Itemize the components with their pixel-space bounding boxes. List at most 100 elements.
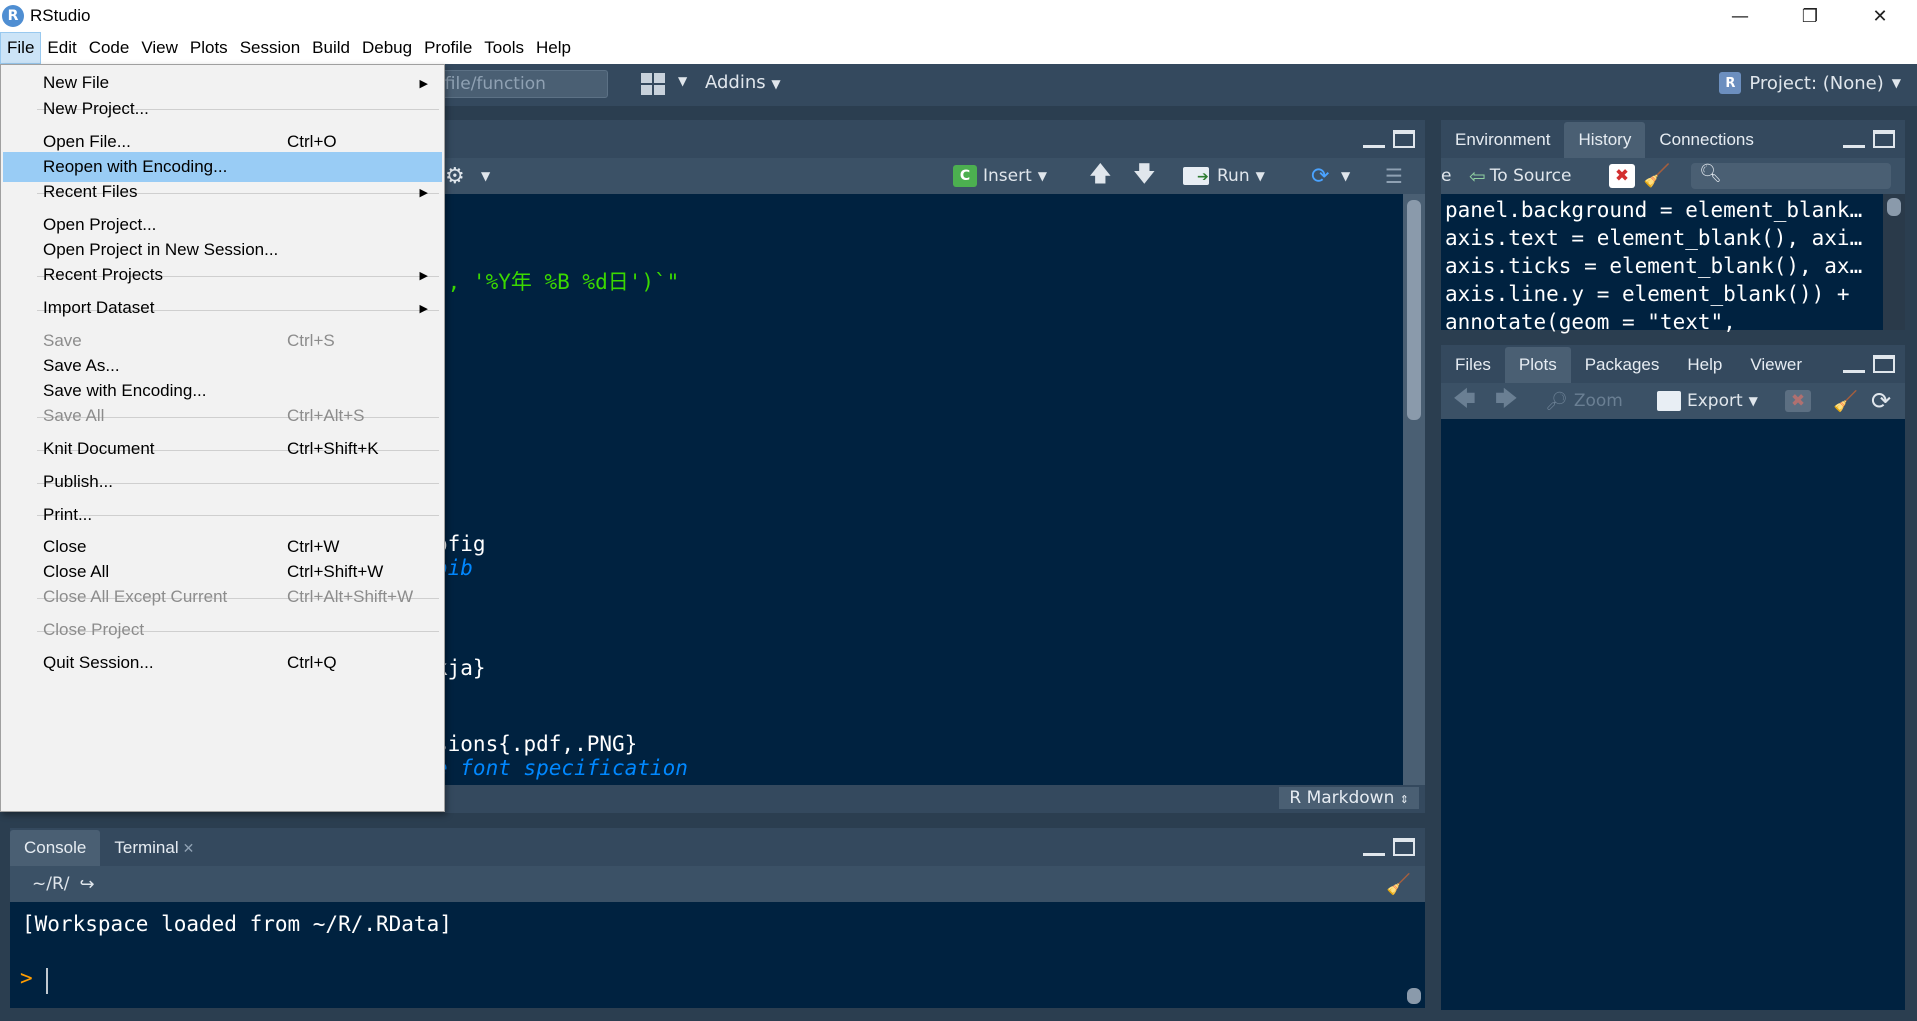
source-tabs xyxy=(445,120,1425,158)
refresh-icon[interactable]: ⟳ xyxy=(1871,387,1891,415)
source-pane-controls xyxy=(1363,130,1415,148)
minimize-pane-icon[interactable] xyxy=(1843,355,1865,373)
editor-scrollbar-thumb[interactable] xyxy=(1407,200,1421,420)
history-entry[interactable]: axis.text = element_blank(), axi… xyxy=(1445,226,1885,250)
window-title: RStudio xyxy=(30,6,91,25)
menu-item-label: Open Project in New Session... xyxy=(43,240,279,259)
menu-session[interactable]: Session xyxy=(234,32,306,64)
tab-viewer[interactable]: Viewer xyxy=(1736,347,1816,383)
file-menu-item-knit-document[interactable]: Knit Document Ctrl+Shift+K xyxy=(3,434,442,464)
go-to-directory-icon[interactable]: ↪ xyxy=(80,874,95,895)
tab-terminal[interactable]: Terminal ✕ xyxy=(100,830,208,866)
file-menu-item-publish[interactable]: Publish... xyxy=(3,467,442,497)
run-button[interactable]: ➔ Run ▼ xyxy=(1183,166,1265,186)
tab-packages[interactable]: Packages xyxy=(1571,347,1674,383)
tab-plots[interactable]: Plots xyxy=(1504,347,1571,383)
menu-item-label: Print... xyxy=(43,505,93,524)
export-button[interactable]: Export ▼ xyxy=(1657,391,1758,411)
pane-layout-icon[interactable] xyxy=(640,72,666,96)
tab-history[interactable]: History xyxy=(1564,122,1646,158)
chevron-down-icon[interactable]: ▼ xyxy=(1341,169,1350,183)
maximize-pane-icon[interactable] xyxy=(1393,838,1415,856)
menu-item-shortcut: Ctrl+W xyxy=(287,537,340,556)
chevron-down-icon: ▼ xyxy=(1748,394,1758,408)
menu-code[interactable]: Code xyxy=(83,32,136,64)
history-search-input[interactable]: 🔍︎ xyxy=(1691,163,1891,189)
menu-profile[interactable]: Profile xyxy=(418,32,478,64)
broom-icon[interactable]: 🧹 xyxy=(1833,389,1858,413)
arrow-left-icon[interactable]: 🡄 xyxy=(1453,382,1476,420)
insert-label: Insert xyxy=(983,166,1032,186)
menu-item-label: Recent Projects xyxy=(43,265,163,284)
restore-button[interactable]: ❐ xyxy=(1775,0,1845,32)
goto-file-input[interactable]: o file/function xyxy=(420,70,608,98)
menu-build[interactable]: Build xyxy=(306,32,356,64)
code-line: ), '%Y年 %B %d日')`" xyxy=(445,270,680,294)
editor-scrollbar[interactable] xyxy=(1403,194,1425,785)
menu-plots[interactable]: Plots xyxy=(184,32,234,64)
to-source-button[interactable]: ⇦ To Source xyxy=(1469,164,1571,188)
tab-files[interactable]: Files xyxy=(1441,347,1505,383)
zoom-button[interactable]: 🔎︎ Zoom xyxy=(1545,391,1623,412)
project-menu[interactable]: R Project: (None) ▼ xyxy=(1719,72,1901,94)
file-menu-item-import-dataset[interactable]: Import Dataset ▶ xyxy=(3,293,442,323)
console-tabs: Console Terminal ✕ xyxy=(10,828,1425,866)
arrow-down-icon[interactable]: 🡇 xyxy=(1133,157,1156,195)
tab-console[interactable]: Console xyxy=(10,830,101,866)
delete-entry-icon[interactable]: ✖ xyxy=(1609,164,1635,188)
chevron-down-icon[interactable]: ▼ xyxy=(481,169,490,183)
remove-plot-icon[interactable]: ✖ xyxy=(1785,390,1811,412)
plot-area xyxy=(1441,419,1905,1010)
broom-icon[interactable]: 🧹 xyxy=(1643,164,1670,189)
menu-tools[interactable]: Tools xyxy=(478,32,530,64)
close-tab-icon[interactable]: ✕ xyxy=(183,840,195,857)
menu-help[interactable]: Help xyxy=(530,32,577,64)
maximize-pane-icon[interactable] xyxy=(1873,130,1895,148)
file-menu-item-recent-projects[interactable]: Recent Projects ▶ xyxy=(3,260,442,290)
menu-item-shortcut: Ctrl+Q xyxy=(287,653,337,672)
menu-debug[interactable]: Debug xyxy=(356,32,418,64)
tab-environment[interactable]: Environment xyxy=(1441,122,1564,158)
broom-icon[interactable]: 🧹 xyxy=(1386,872,1411,896)
history-entry[interactable]: axis.line.y = element_blank()) + xyxy=(1445,282,1885,306)
gear-icon[interactable]: ⚙ xyxy=(445,164,465,189)
rstudio-logo-icon: R xyxy=(2,5,24,27)
history-entry[interactable]: panel.background = element_blank… xyxy=(1445,198,1885,222)
close-window-button[interactable]: ✕ xyxy=(1845,0,1915,32)
history-entry[interactable]: annotate(geom = "text", xyxy=(1445,310,1885,334)
arrow-up-icon[interactable]: 🡅 xyxy=(1089,157,1112,195)
file-menu-item-print[interactable]: Print... xyxy=(3,500,442,530)
maximize-pane-icon[interactable] xyxy=(1393,130,1415,148)
chevron-down-icon[interactable]: ▼ xyxy=(678,74,687,88)
console-scrollbar[interactable] xyxy=(1403,902,1425,1008)
console-pane: Console Terminal ✕ ~/R/ ↪ 🧹 [Workspace lo… xyxy=(10,828,1425,1008)
console-cursor[interactable] xyxy=(46,968,48,994)
outline-icon[interactable]: ☰ xyxy=(1385,164,1403,188)
menu-view[interactable]: View xyxy=(135,32,184,64)
addins-menu[interactable]: Addins ▼ xyxy=(705,72,781,93)
insert-chunk-button[interactable]: C Insert ▼ xyxy=(953,165,1047,187)
history-scrollbar-thumb[interactable] xyxy=(1887,198,1901,216)
arrow-right-icon[interactable]: 🡆 xyxy=(1495,382,1518,420)
history-scrollbar[interactable] xyxy=(1883,194,1905,330)
file-menu-item-new-project[interactable]: New Project... xyxy=(3,94,442,124)
maximize-pane-icon[interactable] xyxy=(1873,355,1895,373)
minimize-pane-icon[interactable] xyxy=(1843,130,1865,148)
code-editor[interactable]: ), '%Y年 %B %d日')`" ofigbib kja} sions{.pdf,… xyxy=(445,194,1401,785)
minimize-button[interactable]: — xyxy=(1705,0,1775,32)
file-menu-item-recent-files[interactable]: Recent Files ▶ xyxy=(3,177,442,207)
file-menu-item-quit-session[interactable]: Quit Session... Ctrl+Q xyxy=(3,648,442,678)
minimize-pane-icon[interactable] xyxy=(1363,838,1385,856)
menu-file[interactable]: File xyxy=(0,32,42,64)
minimize-pane-icon[interactable] xyxy=(1363,130,1385,148)
code-line: kja} xyxy=(445,656,486,680)
rerun-chunks-icon[interactable]: ⟳ xyxy=(1311,164,1329,189)
console-scrollbar-thumb[interactable] xyxy=(1407,988,1421,1004)
tab-help[interactable]: Help xyxy=(1673,347,1736,383)
menu-item-label: Close xyxy=(43,537,87,556)
history-entry[interactable]: axis.ticks = element_blank(), ax… xyxy=(1445,254,1885,278)
tab-connections[interactable]: Connections xyxy=(1645,122,1768,158)
document-mode-select[interactable]: R Markdown ⇕ xyxy=(1279,787,1419,809)
history-list[interactable]: panel.background = element_blank… axis.te… xyxy=(1441,194,1905,334)
menu-edit[interactable]: Edit xyxy=(41,32,82,64)
